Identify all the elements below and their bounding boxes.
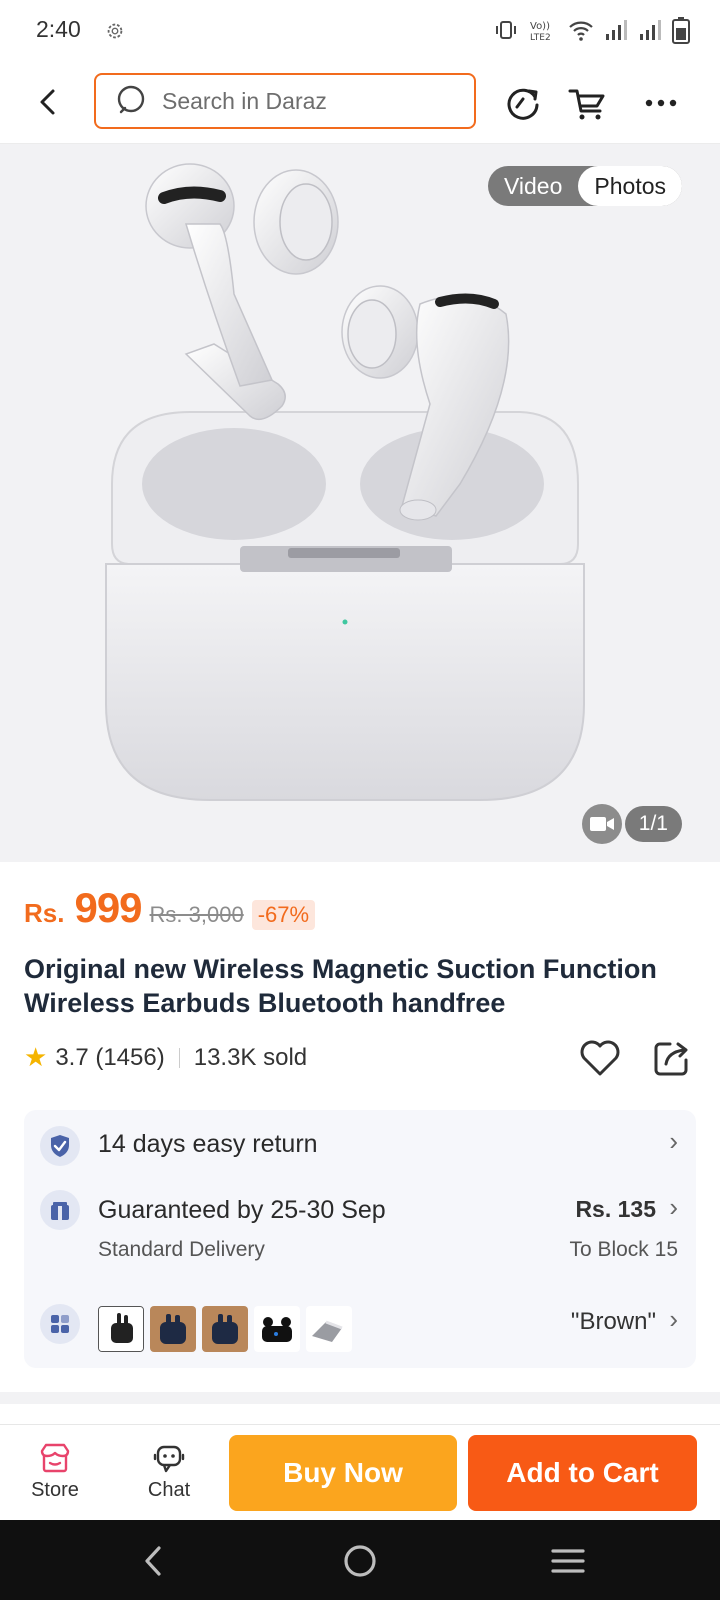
variant-thumbnail[interactable] — [98, 1306, 144, 1352]
discount-badge: -67% — [251, 900, 316, 930]
product-image — [105, 163, 585, 801]
tab-photos[interactable]: Photos — [578, 166, 682, 206]
buy-now-button[interactable]: Buy Now — [229, 1435, 457, 1511]
original-price: Rs. 3,000 — [149, 902, 244, 927]
bottom-action-bar: Store Chat Buy Now Add to Cart — [0, 1424, 720, 1520]
chat-button[interactable]: Chat — [114, 1425, 224, 1521]
signal-icon — [640, 20, 661, 40]
share-button[interactable] — [650, 1036, 694, 1080]
svg-text:LTE2: LTE2 — [530, 33, 551, 42]
video-camera-icon — [590, 817, 614, 831]
variant-thumbnails — [98, 1306, 352, 1352]
store-icon — [40, 1443, 70, 1473]
store-label: Store — [31, 1479, 79, 1501]
variant-thumbnail[interactable] — [306, 1306, 352, 1352]
add-to-cart-button[interactable]: Add to Cart — [468, 1435, 697, 1511]
vibrate-icon — [496, 21, 516, 39]
nav-recents-button[interactable] — [545, 1538, 591, 1584]
delivery-box-icon — [40, 1190, 80, 1230]
return-text: 14 days easy return — [98, 1130, 318, 1158]
delivery-subtitle: Standard Delivery — [98, 1238, 265, 1261]
image-counter: 1/1 — [624, 806, 682, 842]
cart-button[interactable] — [562, 78, 612, 128]
product-title: Original new Wireless Magnetic Suction F… — [24, 954, 657, 1018]
more-icon — [645, 99, 677, 107]
delivery-row[interactable]: Guaranteed by 25-30 Sep Standard Deliver… — [24, 1178, 696, 1286]
rating-value: 3.7 (1456) — [55, 1043, 165, 1071]
star-icon: ★ — [24, 1042, 48, 1072]
variant-thumbnail[interactable] — [150, 1306, 196, 1352]
selected-variant: "Brown" — [570, 1308, 656, 1335]
variant-thumbnail[interactable] — [254, 1306, 300, 1352]
share-icon — [654, 1042, 688, 1076]
wifi-icon — [569, 21, 593, 41]
nav-back-icon — [145, 1546, 161, 1576]
battery-icon — [672, 17, 690, 44]
variant-thumbnail[interactable] — [202, 1306, 248, 1352]
search-icon — [117, 85, 145, 114]
delivery-location: To Block 15 — [569, 1238, 678, 1261]
back-icon — [40, 89, 55, 115]
more-button[interactable] — [636, 78, 686, 128]
currency: Rs. — [24, 898, 65, 928]
rating-row[interactable]: ★ 3.7 (1456) 13.3K sold — [24, 1042, 307, 1073]
nav-back-button[interactable] — [130, 1538, 176, 1584]
media-toggle[interactable]: Video Photos — [487, 166, 682, 206]
cart-icon — [568, 89, 605, 120]
chevron-right-icon: › — [669, 1126, 678, 1156]
search-box[interactable] — [94, 73, 476, 129]
delivery-price: Rs. 135 — [575, 1196, 656, 1222]
back-button[interactable] — [30, 82, 66, 122]
signal-icon — [606, 20, 627, 40]
chat-icon — [153, 1445, 185, 1473]
heart-icon — [580, 1040, 620, 1076]
chevron-right-icon: › — [669, 1192, 678, 1222]
price: 999 — [74, 884, 142, 931]
product-image-gallery[interactable]: Video Photos 1/1 — [0, 144, 720, 862]
chevron-right-icon: › — [669, 1304, 678, 1334]
gear-icon — [107, 23, 123, 39]
nav-recents-icon — [551, 1549, 585, 1573]
status-icons: Vo)) LTE2 — [494, 16, 690, 44]
divider — [178, 1047, 180, 1068]
return-policy-row[interactable]: 14 days easy return › — [24, 1110, 696, 1178]
shield-icon — [40, 1126, 80, 1166]
top-bar — [0, 62, 720, 144]
chat-label: Chat — [147, 1479, 191, 1501]
status-time: 2:40 — [36, 16, 81, 42]
delivery-title: Guaranteed by 25-30 Sep — [98, 1196, 386, 1224]
sold-count: 13.3K sold — [193, 1043, 308, 1071]
nav-home-icon — [344, 1545, 376, 1577]
system-nav-bar — [0, 1520, 720, 1600]
svg-text:Vo)): Vo)) — [530, 21, 550, 32]
volte-icon: Vo)) LTE2 — [530, 21, 551, 42]
store-button[interactable]: Store — [0, 1425, 110, 1521]
variants-grid-icon — [40, 1304, 80, 1344]
search-input[interactable] — [162, 87, 462, 115]
refresh-icon — [507, 88, 539, 120]
status-bar: 2:40 Vo)) LTE2 — [0, 0, 720, 62]
refresh-button[interactable] — [498, 78, 548, 128]
section-divider — [0, 1392, 720, 1404]
wishlist-button[interactable] — [578, 1036, 622, 1080]
service-card: 14 days easy return › Guaranteed by 25-3… — [24, 1110, 696, 1368]
nav-home-button[interactable] — [337, 1538, 383, 1584]
tab-video[interactable]: Video — [488, 173, 578, 200]
price-row: Rs. 999 Rs. 3,000 -67% — [24, 884, 316, 932]
video-button[interactable] — [582, 804, 622, 844]
